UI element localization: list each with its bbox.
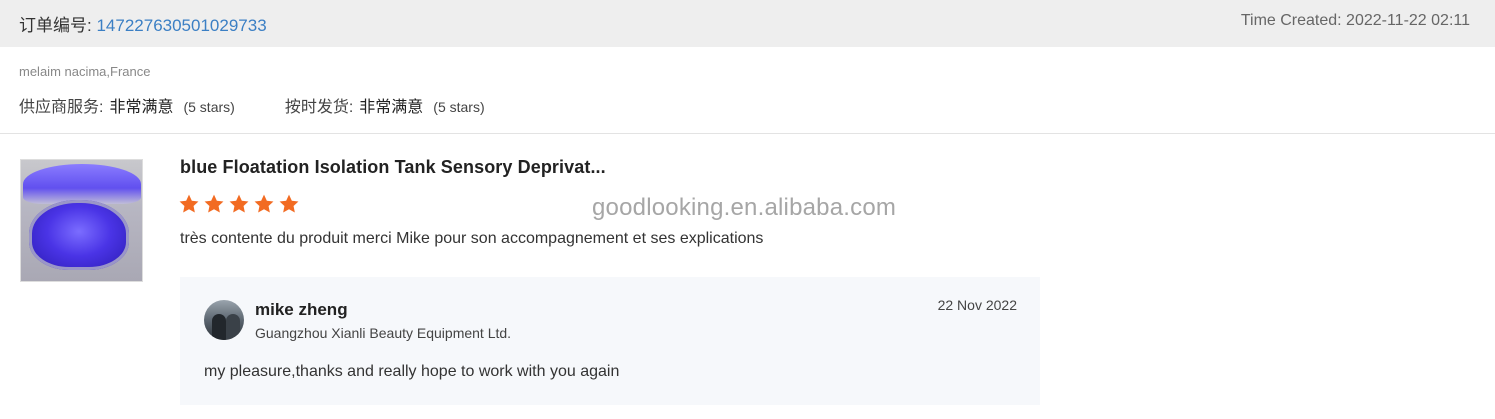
buyer-info: melaim nacima,France <box>19 64 151 79</box>
rating-stars-text: (5 stars) <box>433 99 485 115</box>
rating-value: 非常满意 <box>359 99 424 116</box>
avatar-person-1 <box>212 314 226 340</box>
rating-on-time-shipment: 按时发货: 非常满意 (5 stars) <box>285 93 485 117</box>
supplier-ratings: 供应商服务: 非常满意 (5 stars) 按时发货: 非常满意 (5 star… <box>19 93 485 117</box>
order-number: 订单编号: 147227630501029733 <box>19 11 267 36</box>
star-icon <box>178 193 200 215</box>
product-image-tank <box>29 200 129 270</box>
star-icon <box>203 193 225 215</box>
reply-date: 22 Nov 2022 <box>937 297 1017 313</box>
rating-value: 非常满意 <box>109 99 174 116</box>
order-number-value[interactable]: 147227630501029733 <box>96 16 266 35</box>
reply-text: my pleasure,thanks and really hope to wo… <box>204 363 620 380</box>
star-icon <box>278 193 300 215</box>
reply-author-name: mike zheng <box>255 300 348 319</box>
product-title[interactable]: blue Floatation Isolation Tank Sensory D… <box>180 157 606 178</box>
order-number-label: 订单编号: <box>19 16 92 35</box>
rating-label: 按时发货: <box>284 99 354 116</box>
divider <box>0 133 1495 134</box>
review-text: très contente du produit merci Mike pour… <box>180 230 764 247</box>
rating-supplier-service: 供应商服务: 非常满意 (5 stars) <box>19 93 235 117</box>
reply-company: Guangzhou Xianli Beauty Equipment Ltd. <box>255 325 512 341</box>
rating-stars-text: (5 stars) <box>183 99 235 115</box>
watermark: goodlooking.en.alibaba.com <box>592 194 897 221</box>
supplier-reply: mike zheng Guangzhou Xianli Beauty Equip… <box>180 277 1040 405</box>
order-header: 订单编号: 147227630501029733 Time Created: 2… <box>0 0 1495 47</box>
product-thumbnail[interactable] <box>20 159 143 282</box>
product-image-lid <box>23 164 141 204</box>
rating-label: 供应商服务: <box>19 99 104 116</box>
star-icon <box>228 193 250 215</box>
avatar <box>204 300 244 340</box>
product-star-rating <box>178 193 303 215</box>
avatar-person-2 <box>226 314 240 340</box>
star-icon <box>253 193 275 215</box>
time-created: Time Created: 2022-11-22 02:11 <box>1240 12 1470 29</box>
